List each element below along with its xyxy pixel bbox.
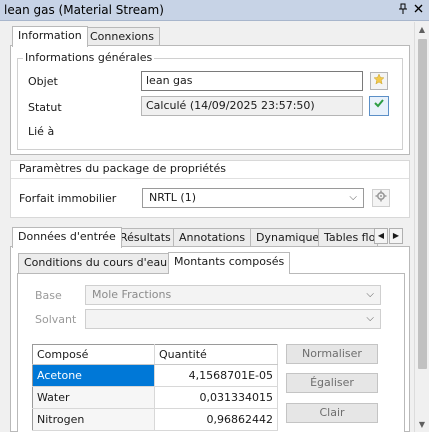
property-package-panel: Paramètres du package de propriétés Forf… — [10, 160, 410, 218]
table-row[interactable]: Water 0,031334015 — [32, 386, 278, 409]
tab-scroll-left-icon[interactable]: ◀ — [374, 228, 388, 244]
table-header-row: Composé Quantité — [32, 344, 278, 365]
star-icon[interactable] — [370, 72, 388, 90]
quantity-cell[interactable]: 0,031334015 — [154, 386, 278, 409]
compound-name-cell[interactable]: Acetone — [32, 364, 155, 387]
normalize-button[interactable]: Normaliser — [286, 344, 378, 364]
information-panel: Informations générales Objet lean gas St… — [10, 45, 410, 155]
window-title: lean gas (Material Stream) — [4, 3, 164, 17]
compound-name-cell[interactable]: Nitrogen — [32, 408, 155, 431]
object-field[interactable]: lean gas — [141, 71, 363, 91]
chevron-down-icon: ⌵ — [349, 192, 357, 203]
scroll-down-icon[interactable]: ▼ — [415, 417, 429, 432]
object-label: Objet — [28, 75, 58, 88]
equalize-button[interactable]: Égaliser — [286, 373, 378, 393]
tab-tables-flow[interactable]: Tables flo — [318, 228, 378, 247]
property-package-value: NRTL (1) — [149, 191, 196, 204]
property-package-select[interactable]: NRTL (1) ⌵ — [142, 188, 364, 208]
input-data-panel: Conditions du cours d'eau Montants compo… — [10, 246, 410, 432]
title-bar: lean gas (Material Stream) — [0, 0, 429, 21]
property-package-legend: Paramètres du package de propriétés — [19, 162, 226, 175]
solvent-label: Solvant — [35, 313, 77, 326]
scroll-thumb[interactable] — [418, 39, 427, 369]
vertical-scrollbar[interactable]: ▲ ▼ — [414, 22, 429, 432]
tab-information[interactable]: Information — [12, 26, 88, 47]
base-select[interactable]: Mole Fractions ⌵ — [85, 285, 381, 305]
tab-annotations[interactable]: Annotations — [173, 228, 252, 247]
tab-donnees-entree[interactable]: Données d'entrée — [12, 227, 122, 248]
tab-dynamique[interactable]: Dynamique — [250, 228, 326, 247]
legend-divider — [11, 178, 409, 179]
tab-stream-conditions[interactable]: Conditions du cours d'eau — [18, 253, 174, 273]
close-icon[interactable] — [412, 3, 425, 17]
tab-scroll-right-icon[interactable]: ▶ — [389, 228, 403, 244]
chevron-down-icon: ⌵ — [366, 313, 374, 324]
clear-button[interactable]: Clair — [286, 403, 378, 423]
column-header-compound[interactable]: Composé — [32, 344, 155, 365]
table-row[interactable]: Nitrogen 0,96862442 — [32, 408, 278, 431]
scroll-up-icon[interactable]: ▲ — [415, 22, 429, 37]
tab-compound-amounts[interactable]: Montants composés — [168, 252, 291, 274]
property-package-label: Forfait immobilier — [19, 192, 117, 205]
table-row[interactable]: Acetone 4,1568701E-05 — [32, 364, 278, 387]
tab-resultats[interactable]: Résultats — [114, 228, 177, 247]
status-label: Statut — [28, 101, 62, 114]
base-label: Base — [35, 289, 62, 302]
base-value: Mole Fractions — [92, 288, 172, 301]
check-icon[interactable] — [369, 96, 389, 116]
quantity-cell[interactable]: 0,96862442 — [154, 408, 278, 431]
gear-icon[interactable] — [372, 189, 390, 207]
linked-label: Lié à — [28, 125, 55, 138]
general-info-legend: Informations générales — [23, 51, 155, 64]
solvent-select[interactable]: ⌵ — [85, 309, 381, 329]
quantity-cell[interactable]: 4,1568701E-05 — [154, 364, 278, 387]
tab-connexions[interactable]: Connexions — [84, 27, 160, 46]
separator — [0, 218, 414, 224]
column-header-quantity[interactable]: Quantité — [154, 344, 278, 365]
status-field: Calculé (14/09/2025 23:57:50) — [141, 96, 363, 116]
chevron-down-icon: ⌵ — [366, 289, 374, 300]
compound-table[interactable]: Composé Quantité Acetone 4,1568701E-05 W… — [32, 344, 278, 431]
pin-icon[interactable] — [396, 3, 409, 17]
compound-amounts-panel: Base Mole Fractions ⌵ Solvant ⌵ Composé … — [17, 273, 405, 432]
compound-name-cell[interactable]: Water — [32, 386, 155, 409]
